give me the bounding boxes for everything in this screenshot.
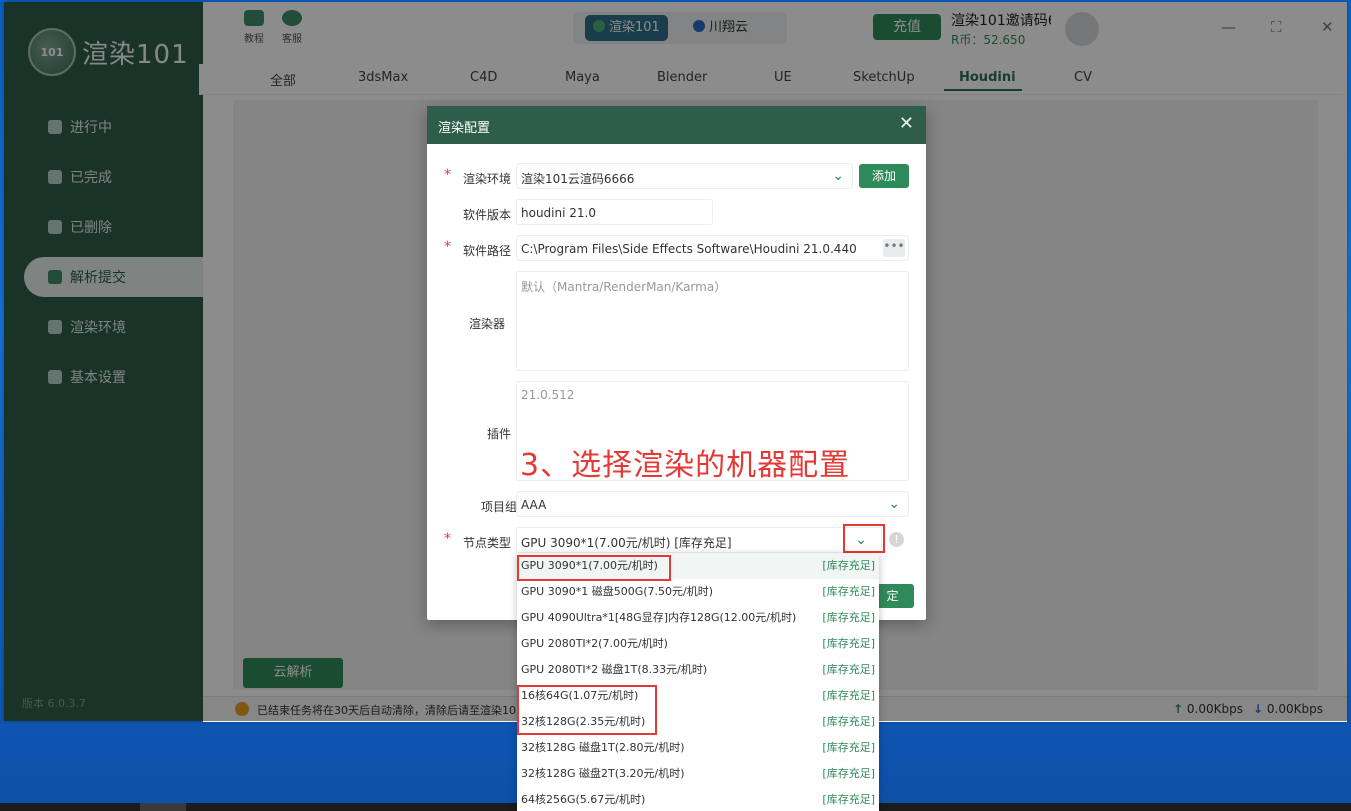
option-label: 64核256G(5.67元/机时): [521, 793, 646, 806]
dialog-header: 渲染配置 ✕: [427, 106, 926, 144]
node-option[interactable]: GPU 4090Ultra*1[48G显存]内存128G(12.00元/机时) […: [517, 605, 879, 631]
renderer-label: 渲染器: [468, 317, 505, 331]
node-type-dropdown: GPU 3090*1(7.00元/机时) [库存充足] GPU 3090*1 磁盘…: [517, 553, 879, 811]
env-value: 渲染101云渲码6666: [521, 172, 635, 186]
option-label: GPU 3090*1 磁盘500G(7.50元/机时): [521, 585, 713, 598]
option-label: GPU 2080TI*2 磁盘1T(8.33元/机时): [521, 663, 708, 676]
node-option[interactable]: 32核128G 磁盘1T(2.80元/机时) [库存充足]: [517, 735, 879, 761]
chevron-down-icon: ⌄: [888, 496, 900, 512]
node-option[interactable]: GPU 3090*1 磁盘500G(7.50元/机时) [库存充足]: [517, 579, 879, 605]
node-label: 节点类型: [462, 536, 511, 550]
project-select[interactable]: AAA ⌄: [516, 491, 909, 517]
required-mark: *: [444, 531, 451, 547]
taskbar-active-app[interactable]: [140, 803, 186, 811]
stock-badge: [库存充足]: [822, 559, 875, 572]
node-value: GPU 3090*1(7.00元/机时) [库存充足]: [521, 536, 732, 550]
render-config-dialog: 渲染配置 ✕ * 渲染环境 渲染101云渲码6666 ⌄ 添加 软件版本 houd…: [427, 106, 926, 620]
chevron-down-icon: ⌄: [832, 168, 844, 184]
project-value: AAA: [521, 498, 547, 512]
highlight-box-cpu-options: [517, 685, 657, 735]
version-label: 软件版本: [462, 208, 511, 222]
add-env-button[interactable]: 添加: [859, 164, 909, 188]
stock-badge: [库存充足]: [822, 715, 875, 728]
version-field[interactable]: houdini 21.0: [516, 199, 713, 225]
info-icon: !: [889, 532, 904, 547]
stock-badge: [库存充足]: [822, 611, 875, 624]
node-option[interactable]: GPU 2080TI*2 磁盘1T(8.33元/机时) [库存充足]: [517, 657, 879, 683]
option-label: 32核128G 磁盘2T(3.20元/机时): [521, 767, 685, 780]
stock-badge: [库存充足]: [822, 767, 875, 780]
project-label: 项目组: [480, 500, 517, 514]
stock-badge: [库存充足]: [822, 793, 875, 806]
plugin-label: 插件: [486, 427, 511, 441]
stock-badge: [库存充足]: [822, 663, 875, 676]
renderer-textarea[interactable]: 默认（Mantra/RenderMan/Karma）: [516, 271, 909, 371]
required-mark: *: [444, 239, 451, 255]
stock-badge: [库存充足]: [822, 637, 875, 650]
more-icon[interactable]: •••: [883, 239, 905, 257]
path-label: 软件路径: [462, 244, 511, 258]
highlight-box-gpu-option: [517, 555, 671, 581]
highlight-box-dropdown: [843, 524, 885, 553]
node-type-select[interactable]: GPU 3090*1(7.00元/机时) [库存充足] ⌄: [516, 527, 882, 553]
plugin-value: 21.0.512: [521, 388, 575, 402]
option-label: GPU 4090Ultra*1[48G显存]内存128G(12.00元/机时): [521, 611, 797, 624]
node-option[interactable]: 64核256G(5.67元/机时) [库存充足]: [517, 787, 879, 811]
dialog-title: 渲染配置: [438, 121, 491, 136]
annotation-text: 3、选择渲染的机器配置: [520, 448, 851, 483]
node-option[interactable]: GPU 2080TI*2(7.00元/机时) [库存充足]: [517, 631, 879, 657]
stock-badge: [库存充足]: [822, 689, 875, 702]
stock-badge: [库存充足]: [822, 585, 875, 598]
renderer-placeholder: 默认（Mantra/RenderMan/Karma）: [521, 280, 727, 294]
close-icon[interactable]: ✕: [899, 113, 914, 134]
version-value: houdini 21.0: [521, 206, 596, 220]
node-option[interactable]: 32核128G 磁盘2T(3.20元/机时) [库存充足]: [517, 761, 879, 787]
path-field[interactable]: C:\Program Files\Side Effects Software\H…: [516, 235, 909, 261]
option-label: GPU 2080TI*2(7.00元/机时): [521, 637, 668, 650]
required-mark: *: [444, 167, 451, 183]
env-select[interactable]: 渲染101云渲码6666 ⌄: [516, 163, 853, 189]
option-label: 32核128G 磁盘1T(2.80元/机时): [521, 741, 685, 754]
stock-badge: [库存充足]: [822, 741, 875, 754]
env-label: 渲染环境: [462, 172, 511, 186]
path-value: C:\Program Files\Side Effects Software\H…: [521, 242, 857, 256]
